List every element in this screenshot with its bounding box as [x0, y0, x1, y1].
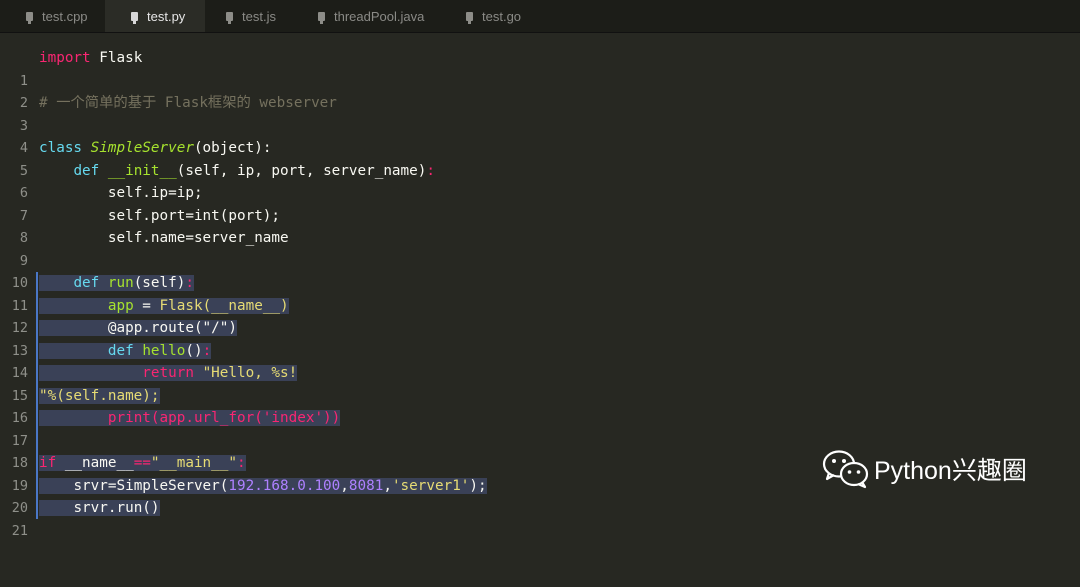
- file-icon: [466, 11, 473, 24]
- code-line: 16 "%(self.name);: [0, 385, 1080, 426]
- code-line: 6 def __init__(self, ip, port, server_na…: [0, 160, 1080, 202]
- code-text: self.port=int(port);: [107, 207, 281, 224]
- code-text: app: [107, 297, 134, 314]
- code-line: 11 def run(self):: [0, 272, 1080, 314]
- code-line: 17 print(app.url_for('index')): [0, 407, 1080, 449]
- operator: =: [133, 297, 160, 314]
- wechat-icon: [822, 450, 869, 489]
- code-text: self.name=server_name: [107, 230, 289, 246]
- file-icon: [226, 11, 233, 24]
- class-name: SimpleServer: [90, 140, 194, 156]
- colon: :: [202, 342, 212, 359]
- code-text: ,: [383, 477, 392, 494]
- tab-threadpool-java[interactable]: threadPool.java: [295, 0, 445, 32]
- function-name: run: [107, 275, 134, 291]
- code-line: 13 @app.route("/"): [0, 317, 1080, 359]
- colon: :: [426, 162, 435, 179]
- line-number: 21: [11, 522, 28, 539]
- string: "__main__": [150, 455, 237, 471]
- code-line: 2: [0, 70, 1080, 111]
- keyword: import: [39, 50, 91, 66]
- string: "Hello, %s!: [202, 365, 298, 381]
- code-line: 15 return "Hello, %s!: [0, 362, 1080, 404]
- file-icon: [131, 11, 138, 24]
- code-text: srvr.run(): [73, 500, 160, 516]
- code-line: 4: [0, 115, 1080, 156]
- string: "%(self.name);: [39, 387, 160, 404]
- colon: :: [236, 455, 246, 471]
- tab-label: test.cpp: [42, 8, 88, 24]
- code-text: self.ip=ip;: [107, 185, 203, 201]
- code-text: print(app.url_for('index')): [107, 410, 341, 426]
- watermark-text: Python兴趣圈: [874, 457, 1027, 485]
- comment: # 一个简单的基于 Flask框架的 webserver: [39, 95, 337, 111]
- code-line: 10: [0, 250, 1080, 291]
- code-text: (object):: [193, 140, 272, 156]
- code-line: 9 self.name=server_name: [0, 227, 1080, 269]
- colon: :: [185, 275, 194, 291]
- tab-label: test.go: [482, 8, 522, 24]
- keyword: if: [39, 455, 57, 471]
- code-line: 7 self.ip=ip;: [0, 182, 1080, 224]
- code-text: Flask(__name__): [159, 297, 289, 314]
- code-line: 1 import Flask: [0, 47, 1080, 89]
- code-text: srvr=SimpleServer(: [73, 477, 229, 494]
- keyword: def: [73, 162, 100, 179]
- file-icon: [318, 11, 325, 24]
- watermark: Python兴趣圈: [822, 449, 1027, 489]
- tab-bar: test.cpp test.py test.js threadPool.java…: [0, 0, 1080, 33]
- code-text: ,: [340, 477, 349, 494]
- tab-label: test.js: [242, 8, 276, 24]
- file-icon: [26, 11, 33, 24]
- code-text: (): [185, 342, 203, 359]
- code-line: 8 self.port=int(port);: [0, 205, 1080, 247]
- tab-label: test.py: [147, 8, 186, 24]
- operator: ==: [133, 455, 151, 471]
- keyword: class: [39, 140, 83, 156]
- code-text: );: [469, 477, 487, 494]
- tab-test-cpp[interactable]: test.cpp: [0, 0, 105, 32]
- string: 'server1': [391, 477, 470, 494]
- keyword: def: [107, 342, 134, 359]
- code-text: Flask: [90, 50, 143, 66]
- code-line: 12 app = Flask(__name__): [0, 295, 1080, 336]
- keyword: def: [73, 275, 100, 291]
- code-text: (self): [133, 275, 186, 291]
- code-line: 3 # 一个简单的基于 Flask框架的 webserver: [0, 92, 1080, 134]
- tab-test-py[interactable]: test.py: [105, 0, 205, 32]
- code-text: (self, ip, port, server_name): [176, 162, 427, 179]
- tab-test-js[interactable]: test.js: [205, 0, 295, 32]
- number: 8081: [348, 477, 384, 494]
- code-line: 21 srvr.run(): [0, 497, 1080, 539]
- code-text: @app.route("/"): [107, 320, 237, 336]
- keyword: return: [142, 365, 194, 381]
- code-text: __name__: [56, 455, 134, 471]
- function-name: __init__: [107, 162, 177, 179]
- number: 192.168.0.100: [228, 477, 341, 494]
- tab-label: threadPool.java: [334, 8, 425, 24]
- function-name: hello: [142, 342, 186, 359]
- code-line: 14 def hello():: [0, 340, 1080, 381]
- tab-test-go[interactable]: test.go: [445, 0, 545, 32]
- code-line: 5 class SimpleServer(object):: [0, 137, 1080, 179]
